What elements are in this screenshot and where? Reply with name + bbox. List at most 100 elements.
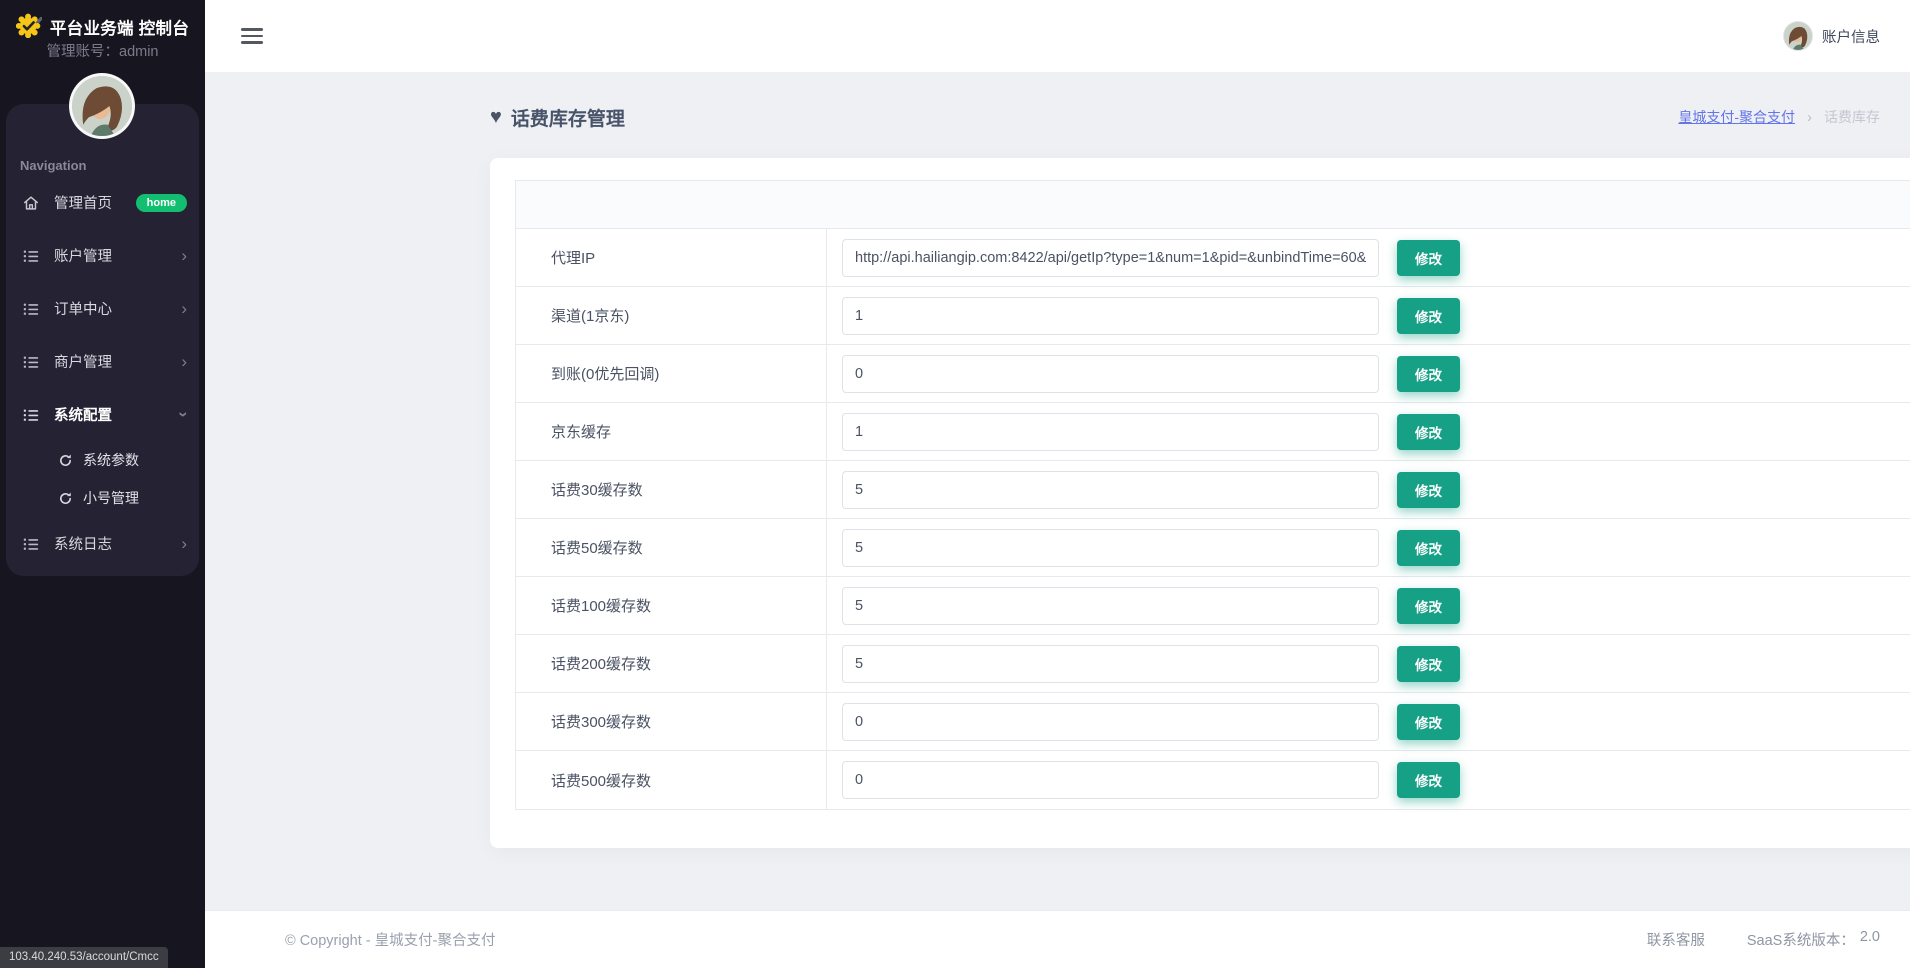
app-title: 平台业务端 控制台 — [50, 15, 189, 39]
nav-section-header: Navigation — [20, 158, 86, 173]
page-title: ♥ 话费库存管理 — [490, 104, 625, 131]
logo-badge-icon — [16, 12, 42, 43]
row-value-cell: 修改 — [827, 519, 1910, 576]
sidebar-item-system-params[interactable]: 系统参数 — [6, 441, 199, 479]
copyright-text: © Copyright - 皇城支付-聚合支付 — [285, 929, 495, 950]
sidebar-item-system-config[interactable]: 系统配置 › — [6, 388, 199, 441]
table-header-row — [516, 181, 1910, 229]
value-input[interactable] — [842, 587, 1379, 625]
row-label: 话费100缓存数 — [516, 577, 827, 634]
config-table-body: 代理IP修改渠道(1京东)修改到账(0优先回调)修改京东缓存修改话费30缓存数修… — [516, 229, 1910, 809]
table-row: 话费500缓存数 修改 — [516, 751, 1910, 809]
value-input[interactable] — [842, 761, 1379, 799]
account-info-label: 账户信息 — [1822, 26, 1880, 47]
footer: © Copyright - 皇城支付-聚合支付 联系客服 SaaS系统版本：2.… — [205, 910, 1910, 968]
value-input[interactable] — [842, 297, 1379, 335]
row-value-cell: 修改 — [827, 229, 1910, 286]
sidebar-item-label: 账户管理 — [54, 245, 112, 266]
row-label: 话费50缓存数 — [516, 519, 827, 576]
hamburger-menu-icon[interactable] — [241, 28, 265, 44]
sidebar-item-home[interactable]: 管理首页 home — [6, 176, 199, 229]
avatar — [69, 73, 135, 139]
home-badge: home — [136, 194, 187, 212]
value-input[interactable] — [842, 413, 1379, 451]
table-row: 话费30缓存数修改 — [516, 461, 1910, 519]
main-content: 账户信息 ♥ 话费库存管理 皇城支付-聚合支付 › 话费库存 代理IP修改渠道(… — [205, 0, 1910, 968]
table-row: 话费50缓存数 修改 — [516, 519, 1910, 577]
breadcrumb-link[interactable]: 皇城支付-聚合支付 — [1678, 107, 1795, 127]
row-label: 代理IP — [516, 229, 827, 286]
sidebar-menu: 管理首页 home 账户管理 › 订单中心 › — [6, 176, 199, 570]
row-value-cell: 修改 — [827, 635, 1910, 692]
list-icon — [22, 406, 40, 424]
breadcrumb-separator-icon: › — [1807, 109, 1812, 126]
sidebar-item-merchants[interactable]: 商户管理 › — [6, 335, 199, 388]
account-info[interactable]: 账户信息 — [1783, 21, 1880, 51]
list-icon — [22, 353, 40, 371]
row-label: 到账(0优先回调) — [516, 345, 827, 402]
breadcrumb-current: 话费库存 — [1824, 107, 1880, 127]
heart-icon: ♥ — [490, 107, 502, 127]
row-value-cell: 修改 — [827, 577, 1910, 634]
modify-button[interactable]: 修改 — [1397, 414, 1460, 450]
modify-button[interactable]: 修改 — [1397, 646, 1460, 682]
sidebar: 平台业务端 控制台 管理账号：admin Navigation 管理首页 hom… — [0, 0, 205, 968]
sidebar-item-system-logs[interactable]: 系统日志 › — [6, 517, 199, 570]
sidebar-item-label: 商户管理 — [54, 351, 112, 372]
table-row: 话费300缓存数修改 — [516, 693, 1910, 751]
config-table: 代理IP修改渠道(1京东)修改到账(0优先回调)修改京东缓存修改话费30缓存数修… — [515, 180, 1910, 810]
list-icon — [22, 300, 40, 318]
value-input[interactable] — [842, 645, 1379, 683]
chevron-right-icon: › — [181, 353, 187, 370]
table-row: 到账(0优先回调) 修改 — [516, 345, 1910, 403]
avatar — [1783, 21, 1813, 51]
config-card: 代理IP修改渠道(1京东)修改到账(0优先回调)修改京东缓存修改话费30缓存数修… — [490, 158, 1910, 848]
value-input[interactable] — [842, 471, 1379, 509]
row-label: 话费200缓存数 — [516, 635, 827, 692]
modify-button[interactable]: 修改 — [1397, 588, 1460, 624]
row-value-cell: 修改 — [827, 345, 1910, 402]
row-value-cell: 修改 — [827, 287, 1910, 344]
list-icon — [22, 535, 40, 553]
sidebar-item-alt-accounts[interactable]: 小号管理 — [6, 479, 199, 517]
value-input[interactable] — [842, 703, 1379, 741]
table-row: 话费100缓存数 修改 — [516, 577, 1910, 635]
chevron-right-icon: › — [181, 247, 187, 264]
page-head: ♥ 话费库存管理 皇城支付-聚合支付 › 话费库存 — [490, 96, 1880, 138]
modify-button[interactable]: 修改 — [1397, 298, 1460, 334]
row-label: 京东缓存 — [516, 403, 827, 460]
modify-button[interactable]: 修改 — [1397, 530, 1460, 566]
status-url-tooltip: 103.40.240.53/account/Cmcc — [0, 947, 168, 968]
app-logo[interactable]: 平台业务端 控制台 — [0, 10, 205, 44]
row-label: 话费500缓存数 — [516, 751, 827, 809]
modify-button[interactable]: 修改 — [1397, 240, 1460, 276]
table-row: 代理IP 修改 — [516, 229, 1910, 287]
value-input[interactable] — [842, 355, 1379, 393]
modify-button[interactable]: 修改 — [1397, 704, 1460, 740]
list-icon — [22, 247, 40, 265]
sidebar-item-label: 系统配置 — [54, 404, 112, 425]
modify-button[interactable]: 修改 — [1397, 762, 1460, 798]
value-input[interactable] — [842, 239, 1379, 277]
sidebar-item-accounts[interactable]: 账户管理 › — [6, 229, 199, 282]
home-icon — [22, 194, 40, 212]
contact-support-link[interactable]: 联系客服 — [1647, 929, 1705, 950]
chevron-right-icon: › — [181, 535, 187, 552]
topbar: 账户信息 — [205, 0, 1910, 72]
sidebar-item-orders[interactable]: 订单中心 › — [6, 282, 199, 335]
modify-button[interactable]: 修改 — [1397, 356, 1460, 392]
row-value-cell: 修改 — [827, 403, 1910, 460]
sidebar-item-label: 订单中心 — [54, 298, 112, 319]
breadcrumb: 皇城支付-聚合支付 › 话费库存 — [1678, 107, 1880, 127]
value-input[interactable] — [842, 529, 1379, 567]
row-value-cell: 修改 — [827, 693, 1910, 750]
chevron-right-icon: › — [181, 300, 187, 317]
sidebar-item-label: 管理首页 — [54, 192, 112, 213]
table-row: 渠道(1京东) 修改 — [516, 287, 1910, 345]
modify-button[interactable]: 修改 — [1397, 472, 1460, 508]
saas-version: SaaS系统版本：2.0 — [1747, 929, 1880, 950]
refresh-icon — [58, 453, 73, 468]
row-label: 渠道(1京东) — [516, 287, 827, 344]
sidebar-subitem-label: 小号管理 — [83, 488, 139, 508]
row-value-cell: 修改 — [827, 751, 1910, 809]
